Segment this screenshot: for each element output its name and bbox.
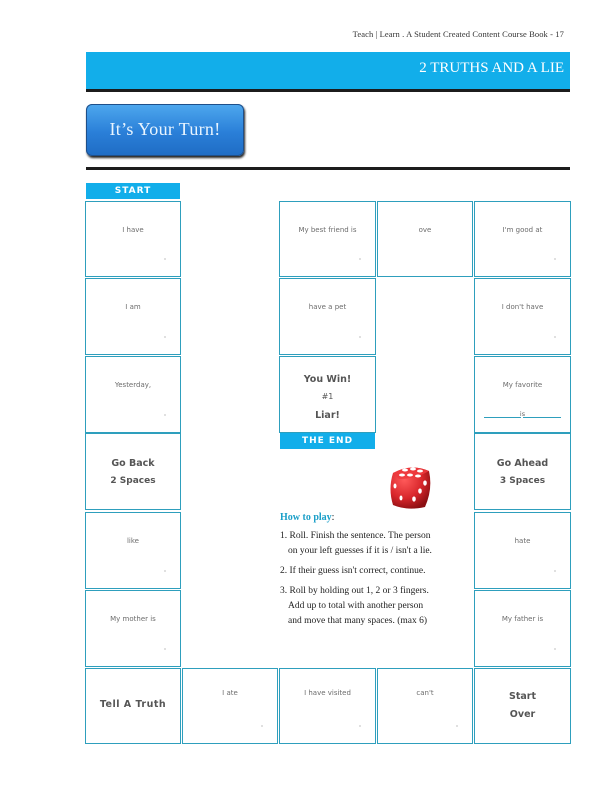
board-space: have a pet xyxy=(279,278,376,355)
space-mark xyxy=(456,725,458,727)
rank-text: #1 xyxy=(321,392,334,401)
go-back-text: Go Back xyxy=(111,458,155,469)
space-mark xyxy=(164,336,166,338)
rule-line: 1. Roll. Finish the sentence. The person xyxy=(280,531,431,541)
rule-step: 2. If their guess isn't correct, continu… xyxy=(280,564,470,579)
space-prompt: I have xyxy=(122,226,144,234)
running-head: Teach | Learn . A Student Created Conten… xyxy=(352,29,564,39)
space-mark xyxy=(164,414,166,416)
rule-line: and move that many spaces. (max 6) xyxy=(288,616,428,626)
space-mark xyxy=(359,258,361,260)
board-space: My favorite is xyxy=(474,356,571,433)
rule-step: 3. Roll by holding out 1, 2 or 3 fingers… xyxy=(280,584,470,629)
end-label: THE END xyxy=(280,433,375,449)
its-your-turn-banner: It’s Your Turn! xyxy=(86,104,244,156)
space-mark xyxy=(359,336,361,338)
board-space: ove xyxy=(377,201,473,277)
space-prompt: hate xyxy=(514,537,531,545)
how-to-play-heading: How to play: xyxy=(280,512,470,523)
space-prompt: My father is xyxy=(501,615,544,623)
space-prompt: like xyxy=(126,537,139,545)
space-prompt: have a pet xyxy=(308,303,347,311)
over-text: Over xyxy=(509,709,536,720)
blank-line xyxy=(523,417,561,418)
board-space: Yesterday, xyxy=(85,356,181,433)
space-mark xyxy=(554,336,556,338)
rule-line: Add up to total with another person xyxy=(288,601,424,611)
space-mark xyxy=(554,570,556,572)
finish-space: You Win! #1 Liar! xyxy=(279,356,376,433)
board-space: My father is xyxy=(474,590,571,667)
space-prompt: I'm good at xyxy=(502,226,543,234)
board-space: can't xyxy=(377,668,473,744)
space-prompt: I don't have xyxy=(501,303,544,311)
rule-line: on your left guesses if it is / isn't a … xyxy=(288,546,432,556)
space-prompt: My mother is xyxy=(110,615,156,623)
board-space: I am xyxy=(85,278,181,355)
board-space: hate xyxy=(474,512,571,589)
space-prompt: ove xyxy=(418,226,432,234)
rule-step: 1. Roll. Finish the sentence. The person… xyxy=(280,529,470,559)
how-to-play: How to play: 1. Roll. Finish the sentenc… xyxy=(280,512,470,634)
board-space: I don't have xyxy=(474,278,571,355)
space-mark xyxy=(164,258,166,260)
space-prompt: I am xyxy=(125,303,141,311)
rule-line: 3. Roll by holding out 1, 2 or 3 fingers… xyxy=(280,586,429,596)
go-ahead-text: Go Ahead xyxy=(496,458,549,469)
space-prompt: My best friend is xyxy=(298,226,357,234)
start-label: START xyxy=(86,183,180,199)
board-space: I have xyxy=(85,201,181,277)
tell-a-truth-space: Tell A Truth xyxy=(85,668,181,744)
space-prompt: My favorite xyxy=(502,381,543,389)
section-header: 2 TRUTHS AND A LIE xyxy=(86,52,570,89)
space-mark xyxy=(261,725,263,727)
board-space: I ate xyxy=(182,668,278,744)
board-space: like xyxy=(85,512,181,589)
space-mark xyxy=(164,648,166,650)
you-win-text: You Win! xyxy=(303,374,352,385)
heading-colon: : xyxy=(331,512,335,523)
start-text: Start xyxy=(508,691,537,702)
tell-a-truth-text: Tell A Truth xyxy=(99,699,167,710)
space-mark xyxy=(164,570,166,572)
section-title: 2 TRUTHS AND A LIE xyxy=(419,60,564,76)
spaces-text: 3 Spaces xyxy=(499,476,546,486)
space-prompt: I have visited xyxy=(304,689,351,697)
space-mark xyxy=(554,648,556,650)
board-space: I have visited xyxy=(279,668,376,744)
red-die-icon xyxy=(390,467,431,509)
space-prompt: I ate xyxy=(222,689,238,697)
space-mark xyxy=(359,725,361,727)
space-mark xyxy=(554,258,556,260)
header-rule xyxy=(86,89,570,92)
spaces-text: 2 Spaces xyxy=(110,476,156,486)
space-prompt: can't xyxy=(416,689,434,697)
rule-line: 2. If their guess isn't correct, continu… xyxy=(280,566,426,576)
board-space: I'm good at xyxy=(474,201,571,277)
liar-text: Liar! xyxy=(315,410,340,421)
go-ahead-space: Go Ahead 3 Spaces xyxy=(474,433,571,510)
go-back-space: Go Back 2 Spaces xyxy=(85,433,181,510)
heading-text: How to play xyxy=(280,512,332,523)
start-over-space: Start Over xyxy=(474,668,571,744)
space-prompt: Yesterday, xyxy=(114,381,152,389)
section-rule xyxy=(86,167,570,170)
board-space: My mother is xyxy=(85,590,181,667)
board-space: My best friend is xyxy=(279,201,376,277)
its-your-turn-label: It’s Your Turn! xyxy=(109,119,221,139)
